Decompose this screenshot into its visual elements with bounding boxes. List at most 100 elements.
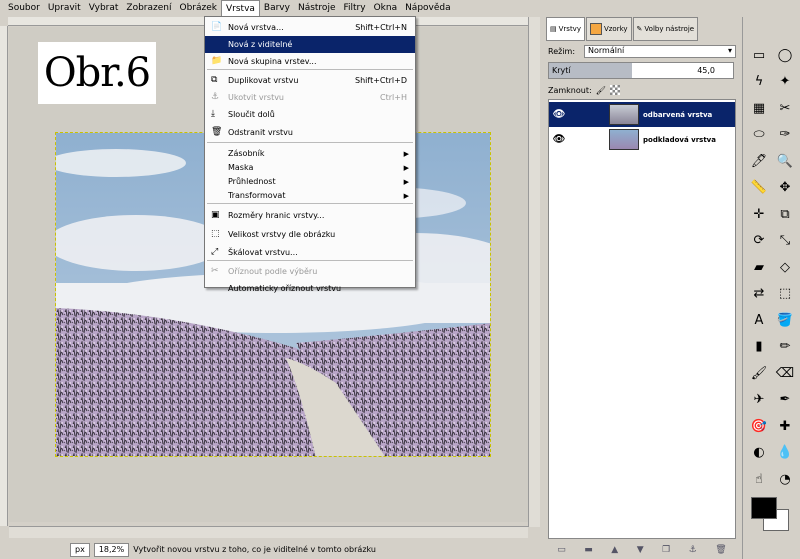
paintbrush-icon[interactable]: 🖌 (749, 363, 769, 383)
airbrush-icon[interactable]: ✈ (749, 390, 769, 410)
mode-label: Režim: (548, 46, 576, 56)
smudge-icon[interactable]: ☝ (749, 469, 769, 489)
rect-select-icon[interactable]: ▭ (749, 45, 769, 65)
paths-icon[interactable]: ✑ (775, 125, 795, 145)
crop-icon[interactable]: ⧉ (775, 204, 795, 224)
eye-icon[interactable]: 👁 (549, 134, 569, 145)
move-icon[interactable]: ✥ (775, 178, 795, 198)
cage-icon[interactable]: ⬚ (775, 284, 795, 304)
menu-1[interactable]: Upravit (44, 0, 85, 16)
menubar: Soubor Upravit Vybrat Zobrazení Obrázek Vrstv… (0, 0, 800, 17)
foreground-color-swatch[interactable] (751, 497, 777, 519)
menu-item[interactable]: ⬚ Velikost vrstvy dle obrázku (205, 226, 415, 243)
shear-icon[interactable]: ▰ (749, 257, 769, 277)
menu-2[interactable]: Vybrat (85, 0, 123, 16)
unit-select[interactable]: px (70, 542, 90, 557)
perspective-icon[interactable]: ◇ (775, 257, 795, 277)
scale-layer-icon: ⤢ (211, 247, 219, 257)
menu-item[interactable]: 🗑 Odstranit vrstvu (205, 124, 415, 141)
pencil-icon[interactable]: ✏ (775, 337, 795, 357)
color-picker-icon[interactable]: 🖊 (749, 151, 769, 171)
layers-icon: ▤ (550, 25, 557, 33)
figure-label: Obr.6 (38, 42, 156, 104)
menu-3[interactable]: Zobrazení (122, 0, 175, 16)
flip-icon[interactable]: ⇄ (749, 284, 769, 304)
new-group-icon[interactable]: ▬ (584, 545, 593, 555)
foreground-select-icon[interactable]: ⬭ (749, 125, 769, 145)
menu-item-label: Odstranit vrstvu (228, 128, 293, 137)
layer-row[interactable]: 👁 podkladová vrstva (549, 127, 735, 152)
tab-tool-options[interactable]: ✎ Volby nástroje (632, 17, 699, 41)
horizontal-scrollbar[interactable] (9, 526, 528, 538)
dodge-burn-icon[interactable]: ◔ (775, 469, 795, 489)
mode-select[interactable]: Normální ▾ (584, 44, 736, 58)
tab-swatches[interactable]: Vzorky (585, 17, 632, 41)
toolbox: ▭ ◯ ϟ ✦ ▦ ✂ ⬭ ✑ 🖊 🔍 📏 ✥ ✛ ⧉ ⟳ ⤡ ▰ ◇ ⇄ ⬚ A 🪣 ▮ ✏ 🖌 ⌫ ✈ ✒ 🎯 ✚ ◐ 💧 ☝ ◔ (742, 17, 800, 559)
menu-item-shortcut: Ctrl+H (380, 93, 407, 102)
menu-item[interactable]: Transformovat ▶ (205, 187, 415, 204)
menu-4[interactable]: Obrázek (176, 0, 222, 16)
menu-item[interactable]: ⧉ Duplikovat vrstvu Shift+Ctrl+D (205, 72, 415, 89)
menu-separator (207, 203, 413, 204)
menu-separator (207, 69, 413, 70)
menu-item[interactable]: 📄 Nová vrstva... Shift+Ctrl+N (205, 19, 415, 36)
anchor-icon: ⚓ (211, 92, 220, 102)
menu-item-label: Nová skupina vrstev... (228, 57, 317, 66)
menu-6[interactable]: Barvy (260, 0, 294, 16)
scale-icon[interactable]: ⤡ (775, 231, 795, 251)
submenu-arrow-icon: ▶ (403, 163, 409, 172)
menu-item[interactable]: Nová z viditelné (205, 36, 415, 53)
menu-7[interactable]: Nástroje (294, 0, 340, 16)
menu-item[interactable]: ⤓ Sloučit dolů (205, 106, 415, 123)
lower-layer-icon[interactable]: ▼ (637, 545, 644, 555)
blend-icon[interactable]: ▮ (749, 337, 769, 357)
fuzzy-select-icon[interactable]: ✦ (775, 72, 795, 92)
opacity-slider[interactable]: Krytí 45,0 (548, 62, 734, 79)
merge-down-icon: ⤓ (211, 109, 215, 119)
layer-to-image-size-icon: ⬚ (211, 229, 220, 239)
lock-pixels-icon[interactable]: 🖌 (596, 86, 606, 95)
menu-9[interactable]: Okna (370, 0, 402, 16)
scissors-icon[interactable]: ✂ (775, 98, 795, 118)
menu-item[interactable]: ▣ Rozměry hranic vrstvy... (205, 207, 415, 224)
text-icon[interactable]: A (749, 310, 769, 330)
menu-item[interactable]: 📁 Nová skupina vrstev... (205, 53, 415, 70)
menu-item[interactable]: ⤢ Škálovat vrstvu... (205, 244, 415, 261)
menu-10[interactable]: Nápověda (401, 0, 455, 16)
new-layer-icon[interactable]: ▭ (557, 545, 566, 555)
new-group-icon: 📁 (211, 56, 223, 66)
blur-icon[interactable]: 💧 (775, 443, 795, 463)
eraser-icon[interactable]: ⌫ (775, 363, 795, 383)
layer-row[interactable]: 👁 odbarvená vrstva (549, 102, 735, 127)
heal-icon[interactable]: ✚ (775, 416, 795, 436)
perspective-clone-icon[interactable]: ◐ (749, 443, 769, 463)
raise-layer-icon[interactable]: ▲ (611, 545, 618, 555)
delete-layer-icon[interactable]: 🗑 (715, 545, 726, 555)
bucket-fill-icon[interactable]: 🪣 (775, 310, 795, 330)
vertical-scrollbar[interactable] (528, 17, 540, 527)
menu-8[interactable]: Filtry (339, 0, 369, 16)
color-select-icon[interactable]: ▦ (749, 98, 769, 118)
menu-item-label: Oříznout podle výběru (228, 267, 318, 276)
menu-item-label: Transformovat (228, 191, 286, 200)
eye-icon[interactable]: 👁 (549, 109, 569, 120)
duplicate-layer-icon[interactable]: ❐ (662, 545, 670, 555)
menu-5[interactable]: Vrstva (221, 0, 260, 17)
align-icon[interactable]: ✛ (749, 204, 769, 224)
zoom-select[interactable]: 18,2% (93, 542, 130, 557)
tab-layers[interactable]: ▤ Vrstvy (546, 17, 585, 41)
rotate-icon[interactable]: ⟳ (749, 231, 769, 251)
measure-icon[interactable]: 📏 (749, 178, 769, 198)
ellipse-select-icon[interactable]: ◯ (775, 45, 795, 65)
menu-item-label: Nová z viditelné (228, 40, 293, 49)
ink-icon[interactable]: ✒ (775, 390, 795, 410)
menu-0[interactable]: Soubor (4, 0, 44, 16)
lasso-icon[interactable]: ϟ (749, 72, 769, 92)
zoom-icon[interactable]: 🔍 (775, 151, 795, 171)
menu-item[interactable]: Automaticky oříznout vrstvu (205, 280, 415, 297)
clone-icon[interactable]: 🎯 (749, 416, 769, 436)
lock-alpha-icon[interactable] (609, 85, 620, 95)
anchor-layer-icon[interactable]: ⚓ (689, 545, 697, 555)
menu-item-shortcut: Shift+Ctrl+N (355, 23, 407, 32)
menu-item-label: Ukotvit vrstvu (228, 93, 285, 102)
